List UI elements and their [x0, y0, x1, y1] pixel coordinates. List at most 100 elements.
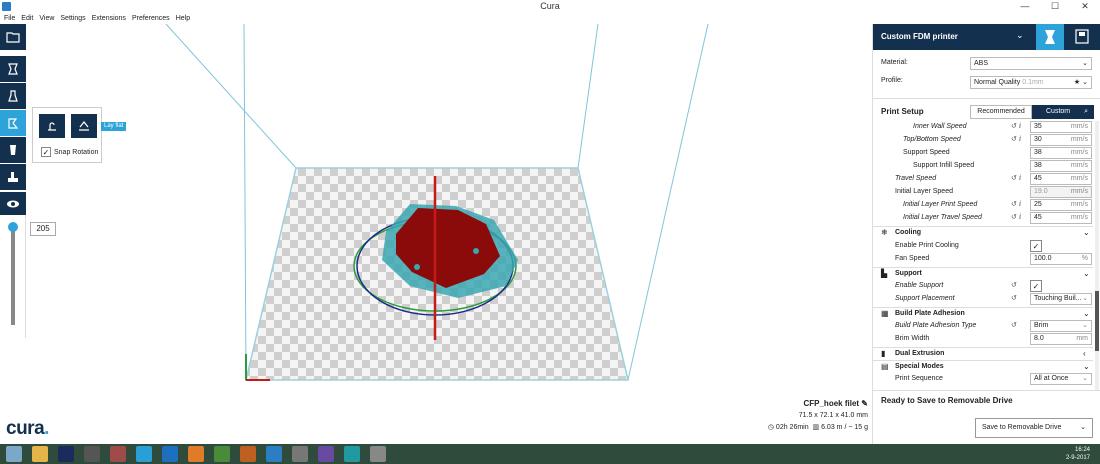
support-infill-speed-input[interactable]: 38 mm/s [1030, 160, 1092, 172]
reset-rotation-icon [48, 122, 56, 131]
reset-icon[interactable]: ↺ ⅈ [1011, 200, 1021, 208]
snap-rotation-checkbox[interactable]: ✓ [41, 147, 51, 157]
arduino-icon[interactable] [344, 446, 360, 462]
app-icon[interactable] [136, 446, 152, 462]
scrollbar-thumb[interactable] [1095, 291, 1099, 351]
rotate-tool-button[interactable] [0, 110, 26, 136]
category-support[interactable]: ▙ Support ⌄ [873, 267, 1093, 280]
setting-row: Support Speed 38 mm/s [873, 147, 1093, 160]
reset-icon[interactable]: ↺ [1011, 281, 1017, 289]
chevron-down-icon[interactable]: ⌄ [1083, 309, 1090, 318]
support-placement-dropdown[interactable]: Touching Buil... ⌄ [1030, 293, 1092, 305]
app-icon[interactable] [370, 446, 386, 462]
lay-flat-icon [79, 121, 89, 131]
reset-rotation-button[interactable] [39, 114, 65, 138]
reset-icon[interactable]: ↺ ⅈ [1011, 213, 1021, 221]
translate-tool-button[interactable] [0, 56, 26, 82]
category-adhesion[interactable]: ▦ Build Plate Adhesion ⌄ [873, 307, 1093, 320]
recommended-tab[interactable]: Recommended [970, 105, 1032, 119]
menu-extensions[interactable]: Extensions [92, 13, 126, 24]
chevron-down-icon[interactable]: ⌄ [1083, 269, 1090, 278]
view-mode-button[interactable] [0, 192, 26, 216]
model-dimensions: 71.5 x 72.1 x 41.0 mm [798, 412, 868, 419]
profile-dropdown[interactable]: Normal Quality 0.1mm ★ ⌄ [970, 76, 1092, 89]
job-name[interactable]: CFP_hoek filet ✎ [768, 399, 868, 408]
mirror-tool-button[interactable] [0, 137, 26, 163]
divider [873, 98, 1100, 99]
category-cooling[interactable]: ❄ Cooling ⌄ [873, 226, 1093, 239]
snap-rotation-row[interactable]: ✓ Snap Rotation [41, 147, 98, 157]
menu-help[interactable]: Help [176, 13, 190, 24]
firefox-icon[interactable] [188, 446, 204, 462]
start-icon[interactable] [6, 446, 22, 462]
layer-number-input[interactable]: 205 [30, 222, 56, 236]
scale-tool-button[interactable] [0, 83, 26, 109]
chevron-down-icon[interactable]: ⌄ [1016, 30, 1024, 41]
reset-icon[interactable]: ↺ [1011, 321, 1017, 329]
inkscape-icon[interactable] [84, 446, 100, 462]
close-button[interactable]: ✕ [1070, 0, 1100, 13]
fan-speed-input[interactable]: 100.0% [1030, 253, 1092, 265]
maximize-button[interactable]: ☐ [1040, 0, 1070, 13]
setting-row: Enable Support ↺ ✓ [873, 280, 1093, 293]
save-to-drive-button[interactable]: Save to Removable Drive ⌄ [975, 418, 1093, 438]
adhesion-type-dropdown[interactable]: Brim ⌄ [1030, 320, 1092, 332]
system-tray-clock[interactable]: 16:24 2-9-2017 [1066, 446, 1090, 462]
travel-speed-input[interactable]: 45 mm/s [1030, 173, 1092, 185]
menu-settings[interactable]: Settings [60, 13, 85, 24]
support-speed-input[interactable]: 38 mm/s [1030, 147, 1092, 159]
prepare-mode-button[interactable] [1036, 24, 1064, 50]
cura-taskbar-icon[interactable] [266, 446, 282, 462]
monitor-mode-button[interactable] [1068, 24, 1096, 50]
file-explorer-icon[interactable] [32, 446, 48, 462]
3d-viewport[interactable] [26, 23, 870, 444]
setting-row: Build Plate Adhesion Type ↺ Brim ⌄ [873, 320, 1093, 333]
chevron-down-icon[interactable]: ⌄ [1080, 419, 1086, 437]
minimize-button[interactable]: — [1010, 0, 1040, 13]
reset-icon[interactable]: ↺ ⅈ [1011, 174, 1021, 182]
per-model-settings-button[interactable] [0, 164, 26, 190]
menu-preferences[interactable]: Preferences [132, 13, 170, 24]
print-sequence-dropdown[interactable]: All at Once ⌄ [1030, 373, 1092, 385]
printer-name[interactable]: Custom FDM printer [881, 32, 958, 41]
brim-width-input[interactable]: 8.0 mm [1030, 333, 1092, 345]
settings-scrollbar[interactable] [1095, 121, 1099, 391]
top-bottom-speed-input[interactable]: 30 mm/s [1030, 134, 1092, 146]
layer-slider-handle[interactable] [8, 222, 18, 232]
chevron-down-icon[interactable]: ⌄ [1083, 228, 1090, 237]
reset-icon[interactable]: ↺ ⅈ [1011, 122, 1021, 130]
initial-layer-print-speed-input[interactable]: 25 mm/s [1030, 199, 1092, 211]
reset-icon[interactable]: ↺ ⅈ [1011, 135, 1021, 143]
app-icon[interactable] [214, 446, 230, 462]
menu-view[interactable]: View [39, 13, 54, 24]
app-icon[interactable] [318, 446, 334, 462]
menu-edit[interactable]: Edit [21, 13, 33, 24]
app-icon[interactable] [292, 446, 308, 462]
internet-explorer-icon[interactable] [162, 446, 178, 462]
photoshop-icon[interactable] [58, 446, 74, 462]
initial-layer-travel-speed-input[interactable]: 45 mm/s [1030, 212, 1092, 224]
app-icon[interactable] [110, 446, 126, 462]
enable-cooling-checkbox[interactable]: ✓ [1030, 240, 1042, 252]
menu-file[interactable]: File [4, 13, 15, 24]
enable-support-checkbox[interactable]: ✓ [1030, 280, 1042, 292]
reset-icon[interactable]: ↺ [1011, 294, 1017, 302]
special-modes-icon: ▤ [881, 362, 889, 371]
prepare-icon [1045, 30, 1055, 44]
category-special-modes[interactable]: ▤ Special Modes ⌄ [873, 360, 1093, 373]
edit-pencil-icon[interactable]: ✎ [861, 399, 868, 408]
chevron-left-icon[interactable]: ‹ [1083, 349, 1086, 358]
search-icon[interactable]: ⌕ [1084, 105, 1088, 119]
app-icon[interactable] [240, 446, 256, 462]
open-file-button[interactable] [0, 24, 26, 50]
setting-row: Inner Wall Speed ↺ ⅈ 35 mm/s [873, 121, 1093, 134]
title-bar: Cura — ☐ ✕ [0, 0, 1100, 13]
material-dropdown[interactable]: ABS ⌄ [970, 57, 1092, 70]
chevron-down-icon[interactable]: ⌄ [1083, 362, 1090, 371]
category-dual-extrusion[interactable]: ▮ Dual Extrusion ‹ [873, 347, 1093, 360]
lay-flat-button[interactable] [71, 114, 97, 138]
inner-wall-speed-input[interactable]: 35 mm/s [1030, 121, 1092, 133]
layer-slider-track[interactable] [11, 225, 15, 325]
custom-tab[interactable]: Custom ⌕ [1032, 105, 1094, 119]
setting-row: Support Infill Speed 38 mm/s [873, 160, 1093, 173]
